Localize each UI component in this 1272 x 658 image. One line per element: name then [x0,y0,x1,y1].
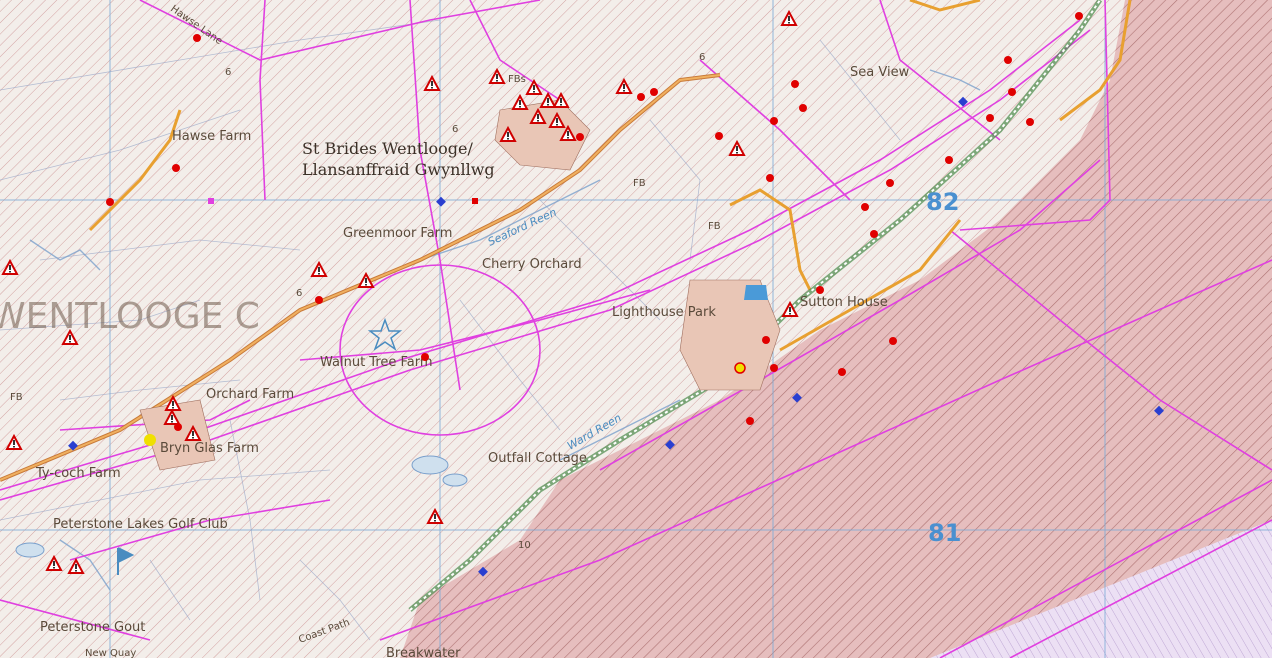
red-dot-icon [816,286,824,294]
fb-label-1: FB [10,392,23,403]
wentlooge-label: WENTLOOGE C [0,296,260,337]
red-dot-icon [945,156,953,164]
spot-height-4: 6 [699,52,705,63]
bryn-glas-farm-label: Bryn Glas Farm [160,441,259,456]
red-dot-icon [650,88,658,96]
peterstone-gout-label: Peterstone Gout [40,620,145,635]
red-dot-icon [106,198,114,206]
grid-label-81: 81 [928,519,961,547]
spot-height-5: 10 [518,540,531,551]
map-view[interactable]: WENTLOOGE C St Brides Wentlooge/ Llansan… [0,0,1272,658]
cherry-orchard-label: Cherry Orchard [482,257,582,272]
spot-height-2: 6 [452,124,458,135]
lighthouse-park-label: Lighthouse Park [612,305,716,320]
red-dot-icon [762,336,770,344]
red-dot-icon [637,93,645,101]
red-dot-icon [886,179,894,187]
llansanffraid-label: Llansanffraid Gwynllwg [302,160,495,179]
red-dot-icon [576,133,584,141]
fb-label-2: FB [633,178,646,189]
red-dot-icon [791,80,799,88]
red-dot-icon [172,164,180,172]
sutton-house-label: Sutton House [800,295,888,310]
red-dot-icon [799,104,807,112]
st-brides-label: St Brides Wentlooge/ [302,139,473,158]
sea-view-label: Sea View [850,65,910,80]
red-dot-icon [1004,56,1012,64]
red-dot-icon [770,364,778,372]
red-square-icon[interactable] [472,198,478,204]
yellow-point-icon[interactable] [144,434,156,446]
spot-height-3: 6 [296,288,302,299]
spot-height-1: 6 [225,67,231,78]
peterstone-lakes-label: Peterstone Lakes Golf Club [53,517,228,532]
red-dot-icon [1026,118,1034,126]
orchard-farm-label: Orchard Farm [206,387,294,402]
new-quay-label: New Quay [85,648,136,658]
fuel-icon [744,285,768,300]
red-dot-icon [193,34,201,42]
greenmoor-farm-label: Greenmoor Farm [343,226,452,241]
walnut-tree-farm-label: Walnut Tree Farm [320,355,433,370]
red-dot-icon [421,353,429,361]
red-dot-icon [838,368,846,376]
red-dot-icon [715,132,723,140]
ty-coch-farm-label: Ty-coch Farm [35,466,121,481]
red-dot-icon [315,296,323,304]
hawse-farm-label: Hawse Farm [172,129,251,144]
fb-label-3: FB [708,221,721,232]
grid-label-82: 82 [926,188,959,216]
outfall-cottage-label: Outfall Cottage [488,451,587,466]
fbs-label: FBs [508,74,526,85]
red-dot-icon [889,337,897,345]
yellow-point-icon[interactable] [734,362,746,374]
red-dot-icon [770,117,778,125]
red-dot-icon [870,230,878,238]
red-dot-icon [174,423,182,431]
red-dot-icon [861,203,869,211]
breakwater-label: Breakwater [386,646,461,658]
red-dot-icon [986,114,994,122]
red-dot-icon [766,174,774,182]
red-dot-icon [1075,12,1083,20]
map-canvas: WENTLOOGE C St Brides Wentlooge/ Llansan… [0,0,1272,658]
red-dot-icon [1008,88,1016,96]
red-dot-icon [746,417,754,425]
magenta-square-icon[interactable] [208,198,214,204]
